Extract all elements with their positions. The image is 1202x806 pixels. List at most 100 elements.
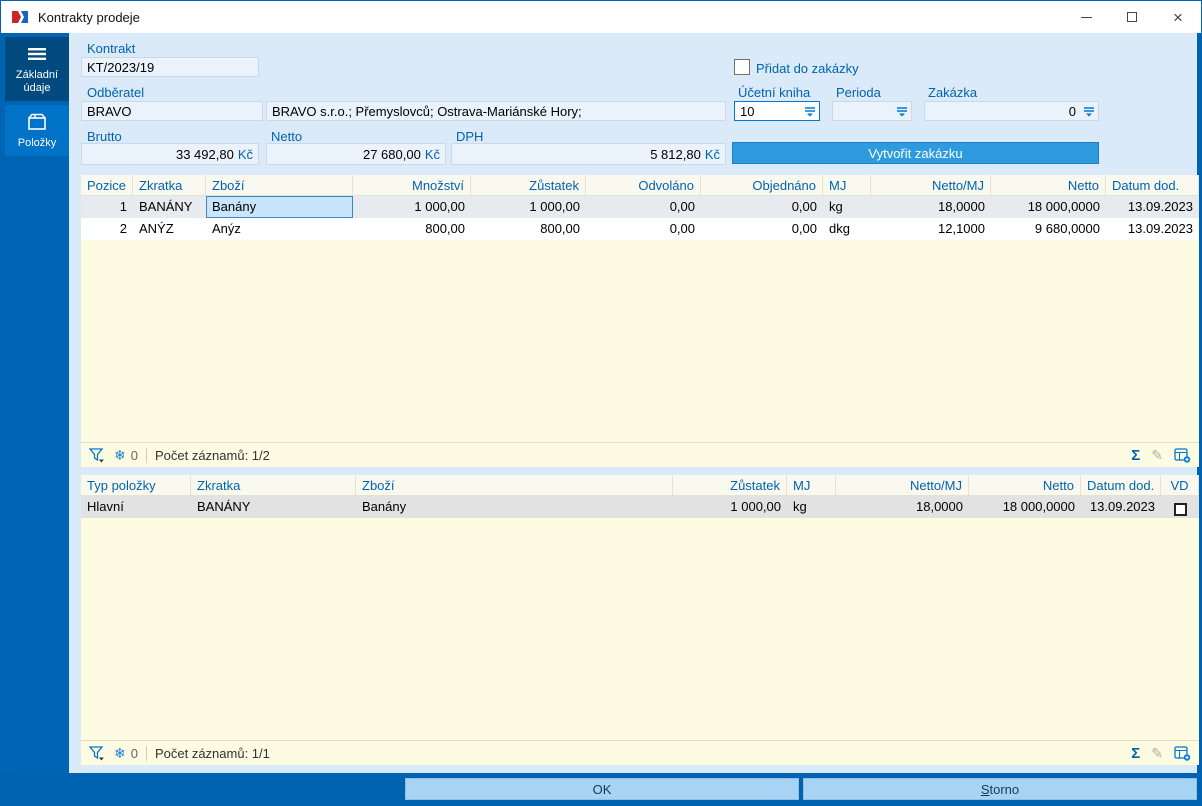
zakazka-combo[interactable]: 0 <box>924 101 1099 121</box>
close-button[interactable]: × <box>1155 1 1201 33</box>
table-cell[interactable]: 0,00 <box>586 196 701 218</box>
pridat-do-zakazky-label: Přidat do zakázky <box>756 61 859 76</box>
footer-spacer <box>5 778 401 800</box>
dropdown-icon[interactable] <box>1083 106 1095 117</box>
column-header[interactable]: Zkratka <box>191 475 356 496</box>
edit-icon[interactable]: ✎ <box>1151 448 1163 462</box>
dph-value: 5 812,80 <box>650 146 701 162</box>
table-cell-selected[interactable]: Banány <box>206 196 353 218</box>
components-table-header: Typ položky Zkratka Zboží Zůstatek MJ Ne… <box>81 475 1199 496</box>
table-cell[interactable]: 13.09.2023 <box>1081 496 1161 518</box>
odberatel-name-field[interactable]: BRAVO s.r.o.; Přemyslovců; Ostrava-Mariá… <box>266 101 726 121</box>
column-header[interactable]: Datum dod. <box>1081 475 1161 496</box>
table-cell[interactable]: 13.09.2023 <box>1106 196 1199 218</box>
column-header[interactable]: Pozice <box>81 175 133 196</box>
menu-icon <box>28 44 46 64</box>
edit-icon[interactable]: ✎ <box>1151 746 1163 760</box>
column-header[interactable]: Zkratka <box>133 175 206 196</box>
column-header[interactable]: Zboží <box>356 475 673 496</box>
table-cell[interactable]: 18 000,0000 <box>969 496 1081 518</box>
table-cell[interactable]: kg <box>787 496 836 518</box>
filter-icon[interactable] <box>89 447 105 463</box>
vd-checkbox[interactable] <box>1173 502 1187 516</box>
table-cell[interactable]: 800,00 <box>471 218 586 240</box>
main-content: Kontrakt KT/2023/19 Přidat do zakázky Od… <box>69 33 1199 773</box>
storno-button[interactable]: Storno <box>803 778 1197 800</box>
column-header[interactable]: Typ položky <box>81 475 191 496</box>
table-cell[interactable]: BANÁNY <box>191 496 356 518</box>
ucetni-kniha-label: Účetní kniha <box>738 85 811 100</box>
odberatel-code-field[interactable]: BRAVO <box>81 101 263 121</box>
table-cell[interactable]: 18,0000 <box>836 496 969 518</box>
snowflake-icon: ❄ <box>114 447 126 463</box>
column-header[interactable]: VD <box>1161 475 1199 496</box>
table-empty-area <box>81 518 1199 740</box>
table-cell[interactable]: Anýz <box>206 218 353 240</box>
titlebar[interactable]: Kontrakty prodeje × <box>1 1 1201 33</box>
column-header[interactable]: Zůstatek <box>673 475 787 496</box>
table-row[interactable]: Hlavní BANÁNY Banány 1 000,00 kg 18,0000… <box>81 496 1199 518</box>
maximize-button[interactable] <box>1109 1 1155 33</box>
table-cell[interactable]: 1 000,00 <box>471 196 586 218</box>
separator <box>145 745 147 761</box>
table-cell[interactable]: Banány <box>356 496 673 518</box>
dropdown-icon[interactable] <box>804 106 816 117</box>
table-cell[interactable] <box>1161 496 1199 518</box>
table-cell[interactable]: 0,00 <box>701 196 823 218</box>
maximize-icon <box>1127 12 1137 22</box>
table-cell[interactable]: 800,00 <box>353 218 471 240</box>
table-cell[interactable]: 9 680,0000 <box>991 218 1106 240</box>
currency-label: Kč <box>424 146 440 162</box>
netto-label: Netto <box>271 129 303 144</box>
ucetni-kniha-combo[interactable]: 10 <box>734 101 820 121</box>
sidebar-item-polozky[interactable]: Položky <box>5 105 69 156</box>
contract-items-table: Pozice Zkratka Zboží Množství Zůstatek O… <box>81 175 1199 467</box>
column-header[interactable]: Datum dod. <box>1106 175 1199 196</box>
table-cell[interactable]: dkg <box>823 218 871 240</box>
table-cell[interactable]: Hlavní <box>81 496 191 518</box>
column-header[interactable]: Odvoláno <box>586 175 701 196</box>
column-header[interactable]: Netto/MJ <box>871 175 991 196</box>
perioda-combo[interactable] <box>832 101 912 121</box>
column-header[interactable]: MJ <box>787 475 836 496</box>
minimize-button[interactable] <box>1063 1 1109 33</box>
table-cell[interactable]: 18 000,0000 <box>991 196 1106 218</box>
frozen-rows-count: 0 <box>130 745 138 761</box>
table-cell[interactable]: 0,00 <box>586 218 701 240</box>
column-header[interactable]: MJ <box>823 175 871 196</box>
column-header[interactable]: Netto <box>991 175 1106 196</box>
ok-button[interactable]: OK <box>405 778 799 800</box>
close-icon: × <box>1173 7 1183 27</box>
column-header[interactable]: Objednáno <box>701 175 823 196</box>
table-cell[interactable]: 2 <box>81 218 133 240</box>
dropdown-icon[interactable] <box>896 106 908 117</box>
column-header[interactable]: Množství <box>353 175 471 196</box>
table-cell[interactable]: 0,00 <box>701 218 823 240</box>
table-settings-icon[interactable] <box>1174 447 1191 463</box>
table-cell[interactable]: kg <box>823 196 871 218</box>
table-row[interactable]: 2 ANÝZ Anýz 800,00 800,00 0,00 0,00 dkg … <box>81 218 1199 240</box>
kontrakt-field[interactable]: KT/2023/19 <box>81 57 259 77</box>
column-header[interactable]: Zůstatek <box>471 175 586 196</box>
dph-label: DPH <box>456 129 484 144</box>
table-cell[interactable]: 13.09.2023 <box>1106 218 1199 240</box>
table-cell[interactable]: 1 000,00 <box>673 496 787 518</box>
table-cell[interactable]: 18,0000 <box>871 196 991 218</box>
table-cell[interactable]: 1 000,00 <box>353 196 471 218</box>
sidebar-item-zakladni-udaje[interactable]: Základní údaje <box>5 37 69 101</box>
column-header[interactable]: Zboží <box>206 175 353 196</box>
table-cell[interactable]: 1 <box>81 196 133 218</box>
sum-icon[interactable]: Σ <box>1131 746 1140 761</box>
table-row[interactable]: 1 BANÁNY Banány 1 000,00 1 000,00 0,00 0… <box>81 196 1199 218</box>
sum-icon[interactable]: Σ <box>1131 448 1140 463</box>
table-cell[interactable]: BANÁNY <box>133 196 206 218</box>
filter-icon[interactable] <box>89 745 105 761</box>
table-settings-icon[interactable] <box>1174 745 1191 761</box>
pridat-do-zakazky-checkbox[interactable] <box>734 59 750 75</box>
column-header[interactable]: Netto/MJ <box>836 475 969 496</box>
table-cell[interactable]: 12,1000 <box>871 218 991 240</box>
vytvorit-zakazku-button[interactable]: Vytvořit zakázku <box>732 142 1099 164</box>
column-header[interactable]: Netto <box>969 475 1081 496</box>
table-cell[interactable]: ANÝZ <box>133 218 206 240</box>
frozen-rows-count: 0 <box>130 447 138 463</box>
